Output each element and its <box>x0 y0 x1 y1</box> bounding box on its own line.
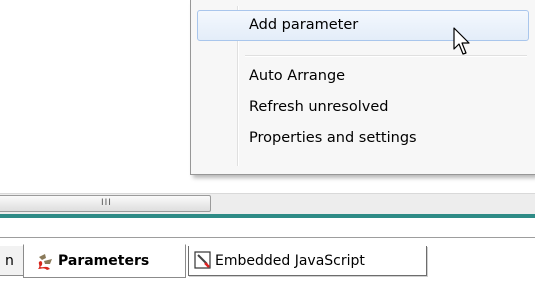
menu-item-refresh-unresolved[interactable]: Refresh unresolved <box>197 92 529 123</box>
scrollbar-grip: III <box>101 198 112 208</box>
javascript-document-icon <box>194 251 211 269</box>
mouse-cursor-icon <box>453 27 470 55</box>
tab-parameters[interactable]: Parameters <box>23 244 186 278</box>
tab-label: Parameters <box>58 253 150 269</box>
menu-item-label: Auto Arrange <box>249 68 346 84</box>
context-menu: Add parameter Auto Arrange Refresh unres… <box>190 0 535 175</box>
parameters-icon <box>38 254 52 270</box>
tab-label: Embedded JavaScript <box>215 253 365 269</box>
menu-item-label: Refresh unresolved <box>249 99 389 115</box>
tab-embedded-javascript[interactable]: Embedded JavaScript <box>188 246 427 276</box>
tab-strip-rule <box>0 237 535 238</box>
tab-strip: n Parameters Embedded JavaScript <box>0 218 535 285</box>
menu-item-label: Add parameter <box>249 17 359 33</box>
menu-item-properties-and-settings[interactable]: Properties and settings <box>197 123 529 154</box>
menu-item-add-parameter[interactable]: Add parameter <box>197 10 529 41</box>
menu-item-label: Properties and settings <box>249 130 417 146</box>
horizontal-scrollbar[interactable]: III <box>0 193 535 214</box>
scrollbar-thumb[interactable]: III <box>0 195 211 212</box>
tab-label: n <box>5 253 14 269</box>
tab-truncated[interactable]: n <box>0 246 24 276</box>
menu-separator <box>245 55 527 57</box>
menu-item-auto-arrange[interactable]: Auto Arrange <box>197 61 529 92</box>
